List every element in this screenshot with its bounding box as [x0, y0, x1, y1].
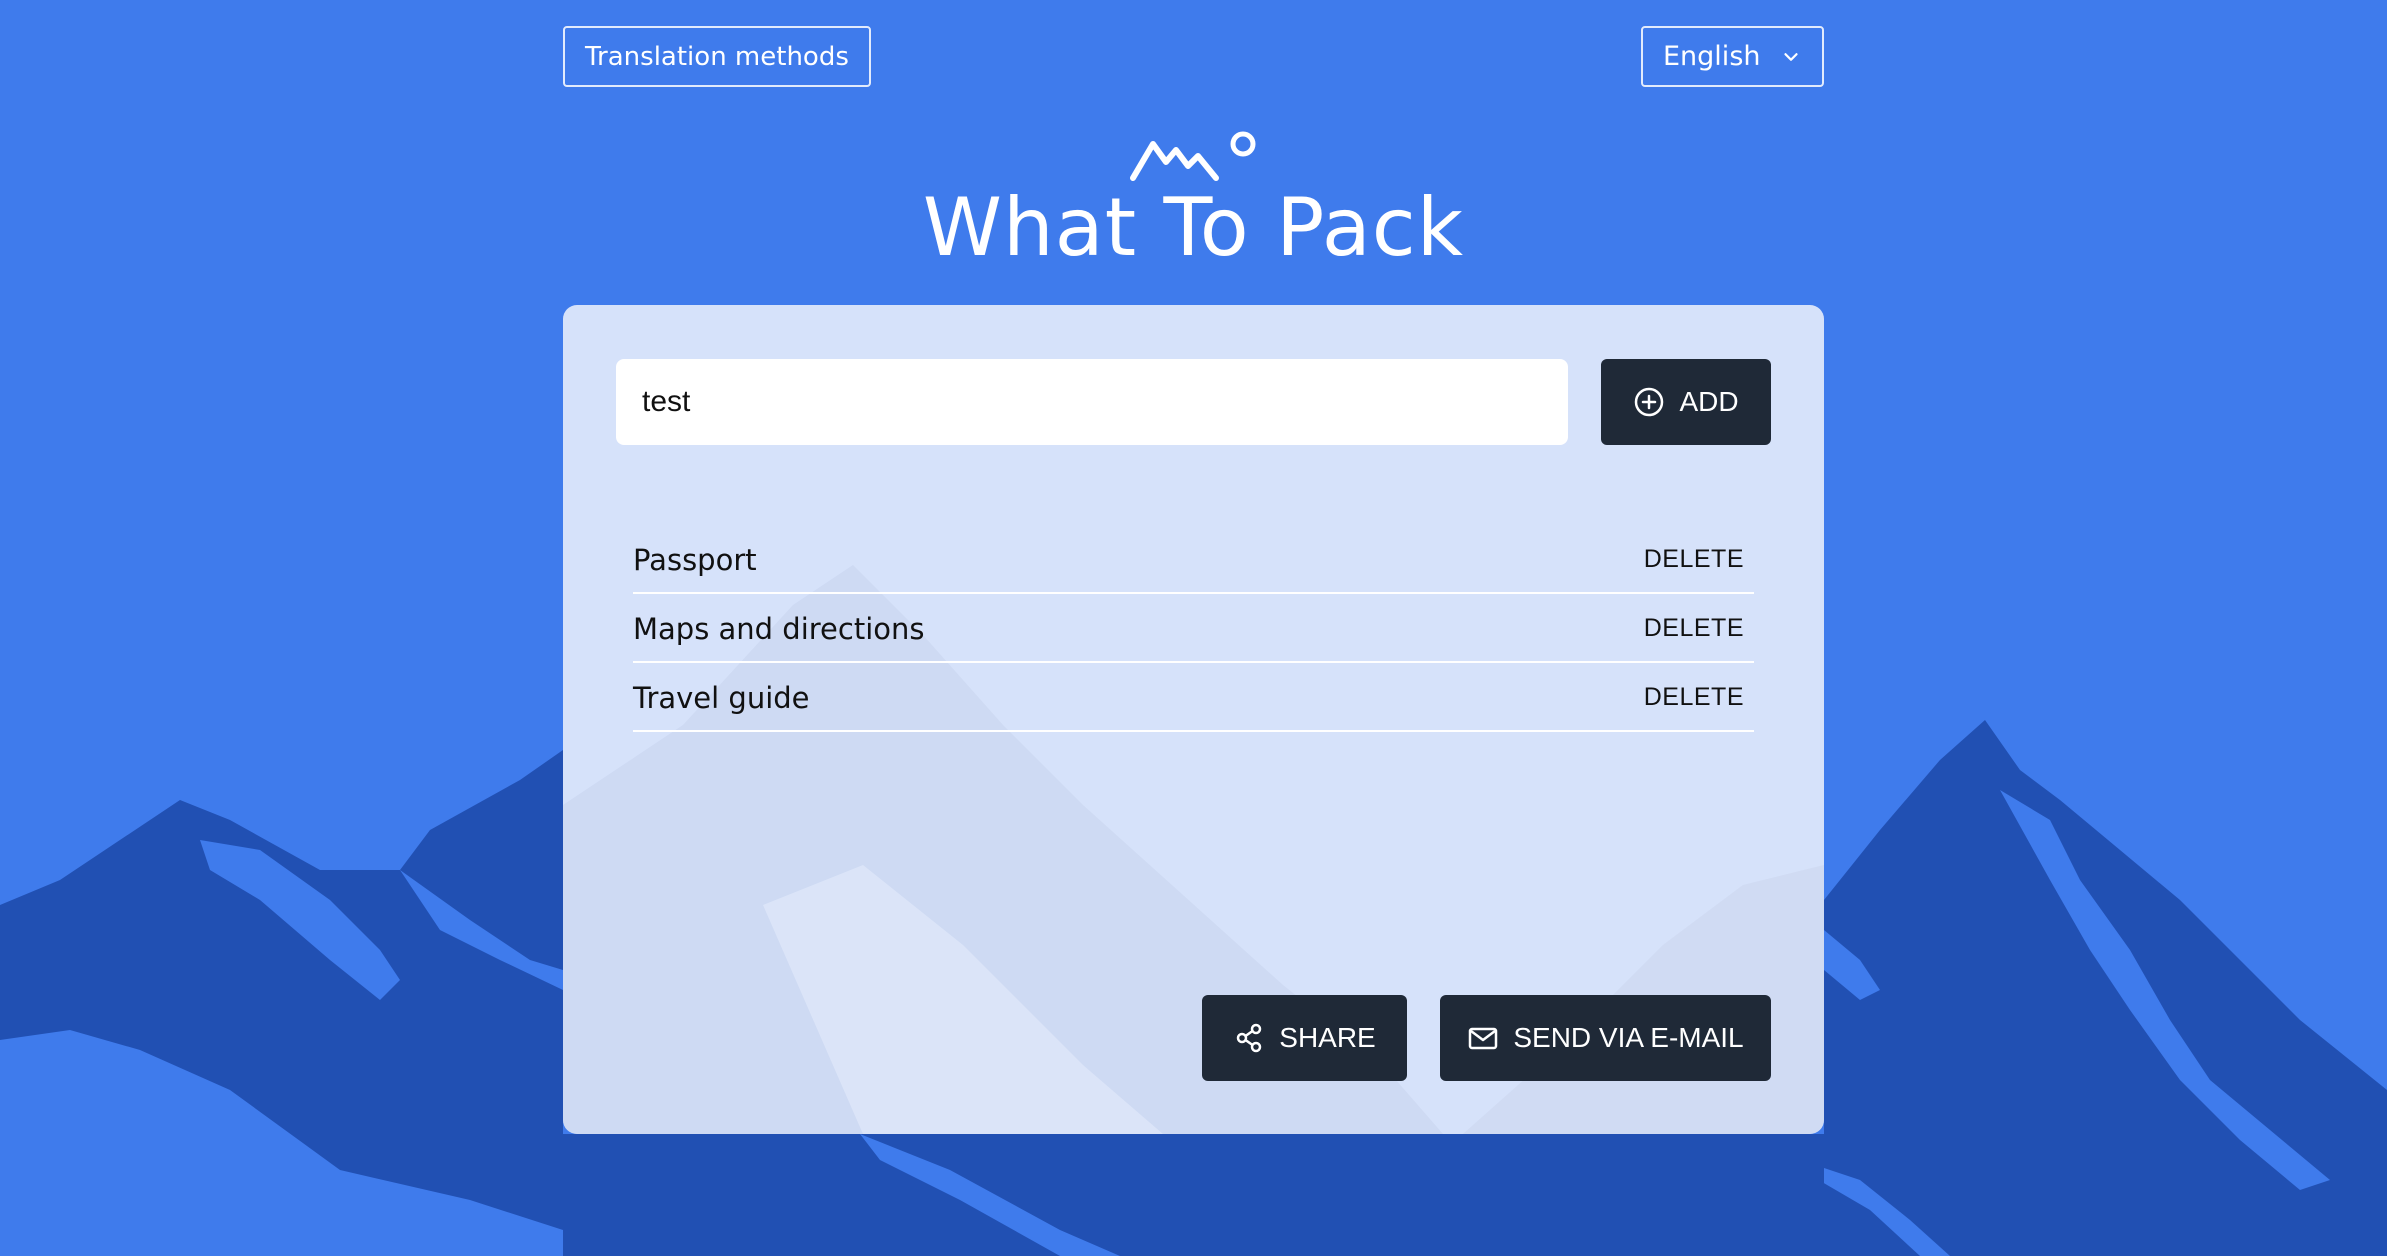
send-via-email-button[interactable]: SEND VIA E-MAIL [1440, 995, 1771, 1081]
item-input[interactable] [616, 359, 1568, 445]
list-item: Passport DELETE [633, 525, 1754, 594]
send-via-email-label: SEND VIA E-MAIL [1513, 1022, 1744, 1053]
item-name: Passport [633, 542, 757, 577]
chevron-down-icon [1784, 52, 1798, 61]
packing-list: Passport DELETE Maps and directions DELE… [633, 525, 1754, 732]
item-name: Travel guide [633, 680, 810, 715]
top-bar: Translation methods English [563, 26, 1824, 88]
share-button[interactable]: SHARE [1202, 995, 1407, 1081]
packing-list-card: ADD Passport DELETE Maps and directions … [563, 305, 1824, 1134]
delete-button[interactable]: DELETE [1644, 545, 1754, 574]
plus-circle-icon [1635, 387, 1664, 417]
language-select[interactable]: English [1641, 26, 1824, 87]
delete-button[interactable]: DELETE [1644, 683, 1754, 712]
delete-button[interactable]: DELETE [1644, 614, 1754, 643]
app-title: What To Pack [922, 181, 1465, 274]
translation-methods-button[interactable]: Translation methods [563, 26, 871, 87]
mountain-sun-logo [1130, 131, 1256, 181]
mail-icon [1469, 1027, 1498, 1050]
list-item: Travel guide DELETE [633, 663, 1754, 732]
add-button-label: ADD [1679, 386, 1739, 417]
language-selected-value: English [1663, 41, 1761, 72]
item-name: Maps and directions [633, 611, 925, 646]
share-button-label: SHARE [1279, 1022, 1376, 1053]
share-icon [1237, 1023, 1262, 1053]
add-button[interactable]: ADD [1601, 359, 1771, 445]
list-item: Maps and directions DELETE [633, 594, 1754, 663]
